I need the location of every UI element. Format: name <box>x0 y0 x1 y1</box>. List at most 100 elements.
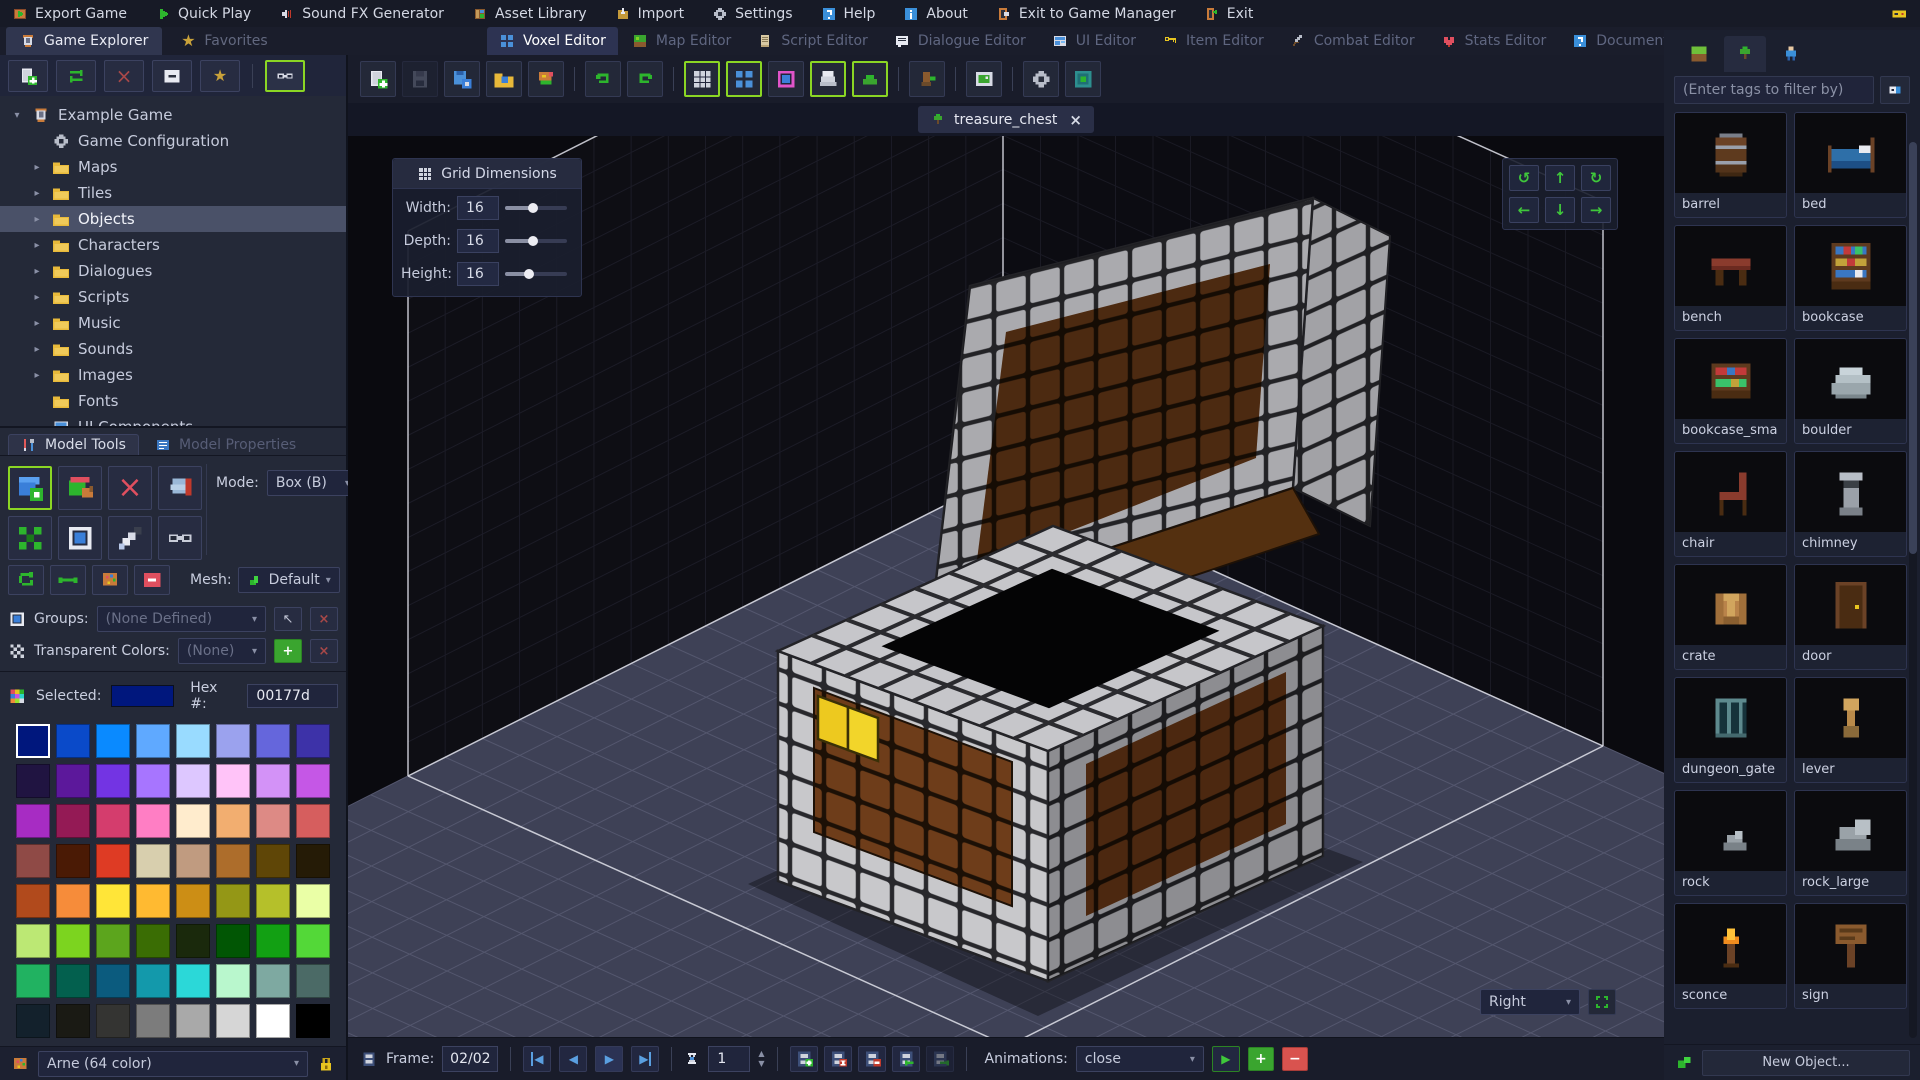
palette-swatch[interactable] <box>56 924 90 959</box>
palette-swatch[interactable] <box>16 964 50 999</box>
scene-area[interactable]: Grid Dimensions Width: 16 Depth: 16 Height: 1… <box>348 136 1664 1037</box>
palette-select[interactable]: Arne (64 color) ▾ <box>38 1050 308 1077</box>
expand-arrow-icon[interactable]: ▸ <box>30 292 44 303</box>
palette-swatch[interactable] <box>96 804 130 839</box>
new-object-button[interactable]: New Object... <box>1702 1049 1910 1076</box>
library-item-boulder[interactable]: boulder <box>1794 338 1907 444</box>
palette-swatch[interactable] <box>56 884 90 919</box>
palette-swatch[interactable] <box>216 964 250 999</box>
transparent-delete-button[interactable]: × <box>310 639 338 664</box>
palette-swatch[interactable] <box>56 804 90 839</box>
move-right-button[interactable]: → <box>1581 197 1611 223</box>
transparent-add-button[interactable]: + <box>274 639 302 664</box>
last-frame-button[interactable]: ▶ <box>631 1046 660 1072</box>
toggle-grid-button[interactable] <box>684 61 720 97</box>
tree-item-scripts[interactable]: ▸ Scripts <box>0 284 346 310</box>
open-model-button[interactable] <box>486 61 522 97</box>
tab-voxel-editor[interactable]: Voxel Editor <box>487 27 618 55</box>
library-item-sign[interactable]: sign <box>1794 903 1907 1009</box>
palette-swatch[interactable] <box>56 724 90 759</box>
dimension-input[interactable]: 16 <box>457 262 499 286</box>
palette-swatch[interactable] <box>96 764 130 799</box>
tab-script-editor[interactable]: Script Editor <box>745 27 880 55</box>
toggle-shading-button[interactable] <box>810 61 846 97</box>
library-item-lever[interactable]: lever <box>1794 677 1907 783</box>
palette-swatch[interactable] <box>96 724 130 759</box>
hex-input[interactable]: 00177d <box>247 684 338 709</box>
palette-swatch[interactable] <box>176 924 210 959</box>
window-corner-button[interactable] <box>1890 5 1908 23</box>
menu-exit-to-game-manager[interactable]: Exit to Game Manager <box>996 6 1176 22</box>
mesh-select[interactable]: Default ▾ <box>237 567 340 594</box>
move-frame-left-button[interactable] <box>891 1046 920 1072</box>
group-pick-button[interactable]: ↖ <box>274 607 302 632</box>
palette-swatch[interactable] <box>216 844 250 879</box>
toggle-voxels-button[interactable] <box>726 61 762 97</box>
palette-swatch[interactable] <box>96 964 130 999</box>
library-item-chimney[interactable]: chimney <box>1794 451 1907 557</box>
palette-swatch[interactable] <box>176 724 210 759</box>
palette-swatch[interactable] <box>296 764 330 799</box>
palette-swatch[interactable] <box>296 724 330 759</box>
tree-item-music[interactable]: ▸ Music <box>0 310 346 336</box>
library-scrollbar[interactable] <box>1909 142 1917 1038</box>
tree-item-dialogues[interactable]: ▸ Dialogues <box>0 258 346 284</box>
library-item-crate[interactable]: crate <box>1674 564 1787 670</box>
palette-swatch[interactable] <box>216 884 250 919</box>
dimension-slider[interactable] <box>505 201 567 215</box>
tree-item-characters[interactable]: ▸ Characters <box>0 232 346 258</box>
tree-item-objects[interactable]: ▸ Objects <box>0 206 346 233</box>
palette-swatch[interactable] <box>176 764 210 799</box>
expand-arrow-icon[interactable]: ▸ <box>30 240 44 251</box>
library-item-sconce[interactable]: sconce <box>1674 903 1787 1009</box>
palette-swatch[interactable] <box>176 844 210 879</box>
tab-stats-editor[interactable]: Stats Editor <box>1429 27 1559 55</box>
add-voxel-tool[interactable] <box>8 466 52 511</box>
tab-game-explorer[interactable]: Game Explorer <box>6 27 163 55</box>
undo-button[interactable] <box>585 61 621 97</box>
expand-arrow-icon[interactable]: ▸ <box>30 188 44 199</box>
menu-import[interactable]: Import <box>615 6 684 22</box>
tab-ui-editor[interactable]: UI Editor <box>1040 27 1148 55</box>
refresh-button[interactable] <box>56 59 96 92</box>
palette-swatch[interactable] <box>136 884 170 919</box>
palette-swatch[interactable] <box>216 724 250 759</box>
palette-swatch[interactable] <box>216 804 250 839</box>
expand-arrow-icon[interactable]: ▾ <box>10 110 24 121</box>
palette-swatch[interactable] <box>256 964 290 999</box>
library-item-bed[interactable]: bed <box>1794 112 1907 218</box>
erase-voxel-tool[interactable]: × <box>108 466 152 511</box>
eyedropper-tool[interactable] <box>108 516 152 561</box>
camera-select[interactable]: Right ▾ <box>1480 989 1580 1015</box>
tree-item-maps[interactable]: ▸ Maps <box>0 154 346 180</box>
palette-swatch[interactable] <box>296 964 330 999</box>
dimension-slider[interactable] <box>505 234 567 248</box>
palette-swatch[interactable] <box>16 884 50 919</box>
redo-button[interactable] <box>627 61 663 97</box>
favorite-button[interactable]: ★ <box>200 59 240 92</box>
library-item-barrel[interactable]: barrel <box>1674 112 1787 218</box>
link-resource-button[interactable] <box>265 59 305 92</box>
palette-swatch[interactable] <box>96 884 130 919</box>
palette-swatch[interactable] <box>136 724 170 759</box>
first-frame-button[interactable]: ◀ <box>523 1046 552 1072</box>
palette-swatch[interactable] <box>56 964 90 999</box>
tab-tiles[interactable] <box>1678 36 1720 72</box>
group-delete-button[interactable]: × <box>310 607 338 632</box>
paint-voxel-tool[interactable] <box>58 466 102 511</box>
palette-swatch[interactable] <box>16 724 50 759</box>
menu-sound-fx-generator[interactable]: Sound FX Generator <box>279 6 444 22</box>
palette-swatch[interactable] <box>176 884 210 919</box>
palette-swatch[interactable] <box>216 1004 250 1039</box>
mirror-tool[interactable] <box>158 516 202 561</box>
recolor-button[interactable] <box>92 565 128 596</box>
model-tab-treasure-chest[interactable]: treasure_chest × <box>918 106 1094 133</box>
palette-swatch[interactable] <box>256 924 290 959</box>
save-button[interactable] <box>402 61 438 97</box>
expand-arrow-icon[interactable]: ▸ <box>30 266 44 277</box>
library-item-rock[interactable]: rock <box>1674 790 1787 896</box>
toggle-ground-button[interactable] <box>852 61 888 97</box>
library-item-door[interactable]: door <box>1794 564 1907 670</box>
tab-model-tools[interactable]: Model Tools <box>8 434 139 456</box>
move-left-button[interactable]: ← <box>1509 197 1539 223</box>
